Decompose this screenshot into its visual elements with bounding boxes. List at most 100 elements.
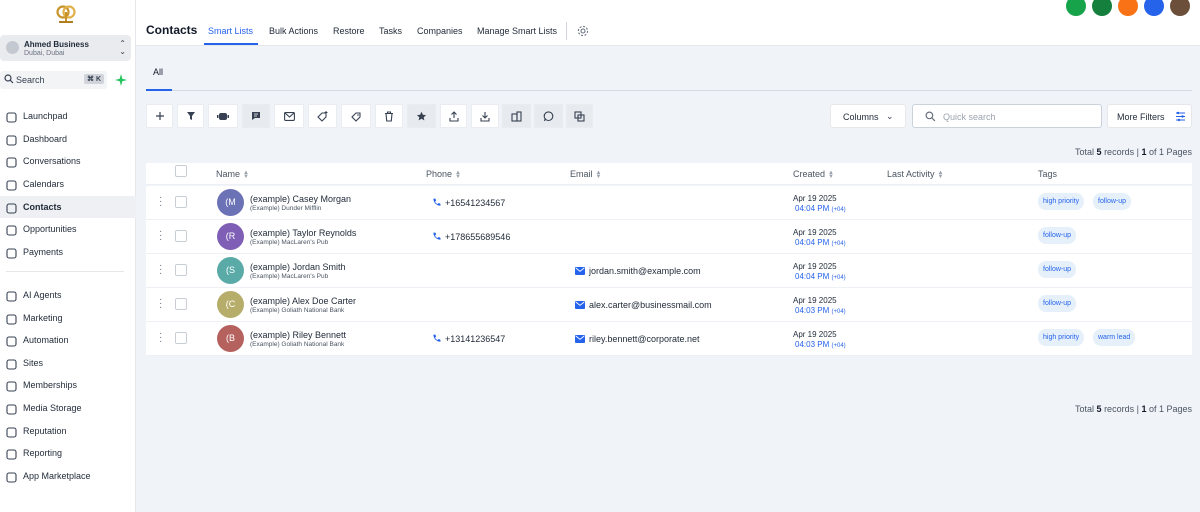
sidebar-item-dashboard[interactable]: Dashboard xyxy=(0,128,136,150)
created-date: Apr 19 2025 xyxy=(793,228,837,237)
company-logo-icon[interactable] xyxy=(56,4,76,24)
row-menu-icon[interactable]: · · · xyxy=(159,295,162,313)
column-header-phone[interactable]: Phone ▲ ▼ xyxy=(426,169,461,180)
contact-phone[interactable]: +178655689546 xyxy=(445,232,510,242)
contact-name[interactable]: (example) Alex Doe Carter xyxy=(250,296,356,306)
search-icon xyxy=(925,111,936,122)
sidebar-item-reputation[interactable]: Reputation xyxy=(0,420,136,442)
columns-button[interactable]: Columns ⌄ xyxy=(830,104,906,128)
tag-badge[interactable]: high priority xyxy=(1038,193,1085,210)
contact-email[interactable]: alex.carter@businessmail.com xyxy=(589,300,712,310)
sidebar-item-sites[interactable]: Sites xyxy=(0,352,136,374)
sidebar-item-memberships[interactable]: Memberships xyxy=(0,374,136,396)
grid-icon xyxy=(6,133,17,146)
sidebar-item-launchpad[interactable]: Launchpad xyxy=(0,105,136,127)
column-header-name[interactable]: Name ▲ ▼ xyxy=(216,169,249,180)
contact-phone[interactable]: +13141236547 xyxy=(445,334,505,344)
quick-search-input[interactable] xyxy=(943,110,1093,124)
tab-manage-smart-lists[interactable]: Manage Smart Lists xyxy=(477,26,557,36)
sidebar-item-ai-agents[interactable]: AI Agents xyxy=(0,284,136,306)
sidebar-item-opportunities[interactable]: Opportunities xyxy=(0,218,136,240)
row-menu-icon[interactable]: · · · xyxy=(159,227,162,245)
column-header-email[interactable]: Email ▲ ▼ xyxy=(570,169,601,180)
sidebar-item-label: Contacts xyxy=(23,202,62,212)
tab-tasks[interactable]: Tasks xyxy=(379,26,402,36)
columns-label: Columns xyxy=(843,112,879,122)
contact-email[interactable]: jordan.smith@example.com xyxy=(589,266,701,276)
sliders-icon xyxy=(1176,111,1185,122)
column-header-created[interactable]: Created ▲ ▼ xyxy=(793,169,834,180)
row-checkbox[interactable] xyxy=(175,196,187,208)
contact-name[interactable]: (example) Casey Morgan xyxy=(250,194,351,204)
filter-icon[interactable] xyxy=(177,104,204,128)
help-icon[interactable] xyxy=(1144,0,1164,16)
row-checkbox[interactable] xyxy=(175,332,187,344)
table-row[interactable]: · · · (R (example) Taylor Reynolds (Example) … xyxy=(146,220,1192,254)
company-icon[interactable] xyxy=(502,104,531,128)
tab-restore[interactable]: Restore xyxy=(333,26,365,36)
sidebar-item-contacts[interactable]: Contacts xyxy=(0,196,136,218)
account-location: Dubai, Dubai xyxy=(24,50,65,57)
sidebar-item-label: Media Storage xyxy=(23,403,82,413)
contact-phone[interactable]: +16541234567 xyxy=(445,198,505,208)
sidebar-item-conversations[interactable]: Conversations xyxy=(0,150,136,172)
ai-sparkle-icon[interactable] xyxy=(114,73,128,87)
user-avatar-icon[interactable] xyxy=(1170,0,1190,16)
table-row[interactable]: · · · (S (example) Jordan Smith (Example) Mac… xyxy=(146,254,1192,288)
sort-icon: ▲ ▼ xyxy=(828,169,834,180)
table-row[interactable]: · · · (B (example) Riley Bennett (Example) Go… xyxy=(146,322,1192,356)
tag-badge[interactable]: follow-up xyxy=(1038,295,1077,312)
star-icon[interactable] xyxy=(407,104,436,128)
export-icon[interactable] xyxy=(440,104,467,128)
sidebar-item-automation[interactable]: Automation xyxy=(0,329,136,351)
sidebar-item-reporting[interactable]: Reporting xyxy=(0,442,136,464)
account-switcher[interactable]: Ahmed Business Dubai, Dubai ⌃ ⌄ xyxy=(0,35,131,61)
tag-badge[interactable]: high priority xyxy=(1038,329,1085,346)
sidebar-item-payments[interactable]: Payments xyxy=(0,241,136,263)
email-icon[interactable] xyxy=(274,104,304,128)
sidebar-item-calendars[interactable]: Calendars xyxy=(0,173,136,195)
tag-badge[interactable]: follow-up xyxy=(1038,261,1077,278)
contact-name[interactable]: (example) Riley Bennett xyxy=(250,330,346,340)
sidebar-item-marketing[interactable]: Marketing xyxy=(0,307,136,329)
tag-badge[interactable]: warm lead xyxy=(1093,329,1136,346)
tab-companies[interactable]: Companies xyxy=(417,26,463,36)
select-all-checkbox[interactable] xyxy=(175,165,187,177)
tag-add-icon[interactable] xyxy=(308,104,337,128)
merge-icon[interactable] xyxy=(566,104,593,128)
contact-email[interactable]: riley.bennett@corporate.net xyxy=(589,334,700,344)
bell-icon[interactable] xyxy=(1118,0,1138,16)
column-header-last-activity[interactable]: Last Activity ▲ ▼ xyxy=(887,169,943,180)
row-menu-icon[interactable]: · · · xyxy=(159,193,162,211)
media-icon xyxy=(6,402,17,415)
contact-name[interactable]: (example) Jordan Smith xyxy=(250,262,346,272)
gear-icon[interactable] xyxy=(577,25,589,37)
row-menu-icon[interactable]: · · · xyxy=(159,329,162,347)
delete-icon[interactable] xyxy=(375,104,403,128)
more-filters-button[interactable]: More Filters xyxy=(1107,104,1192,128)
whatsapp-icon[interactable] xyxy=(534,104,563,128)
megaphone-icon[interactable] xyxy=(1092,0,1112,16)
message-icon[interactable] xyxy=(242,104,270,128)
sidebar-item-app-marketplace[interactable]: App Marketplace xyxy=(0,465,136,487)
row-checkbox[interactable] xyxy=(175,298,187,310)
tag-remove-icon[interactable] xyxy=(341,104,371,128)
view-tab-all[interactable]: All xyxy=(153,67,163,77)
phone-icon[interactable] xyxy=(1066,0,1086,16)
quick-search[interactable] xyxy=(912,104,1102,128)
tab-bulk-actions[interactable]: Bulk Actions xyxy=(269,26,318,36)
contact-name[interactable]: (example) Taylor Reynolds xyxy=(250,228,356,238)
row-checkbox[interactable] xyxy=(175,230,187,242)
add-icon[interactable] xyxy=(146,104,173,128)
tag-badge[interactable]: follow-up xyxy=(1093,193,1132,210)
sidebar-search[interactable]: Search ⌘ K xyxy=(0,71,107,89)
table-row[interactable]: · · · (M (example) Casey Morgan (Example) Dun… xyxy=(146,186,1192,220)
robot-icon[interactable] xyxy=(208,104,238,128)
tab-smart-lists[interactable]: Smart Lists xyxy=(208,26,253,36)
sidebar-item-media-storage[interactable]: Media Storage xyxy=(0,397,136,419)
row-checkbox[interactable] xyxy=(175,264,187,276)
import-icon[interactable] xyxy=(471,104,499,128)
table-row[interactable]: · · · (C (example) Alex Doe Carter (Example) … xyxy=(146,288,1192,322)
tag-badge[interactable]: follow-up xyxy=(1038,227,1077,244)
row-menu-icon[interactable]: · · · xyxy=(159,261,162,279)
